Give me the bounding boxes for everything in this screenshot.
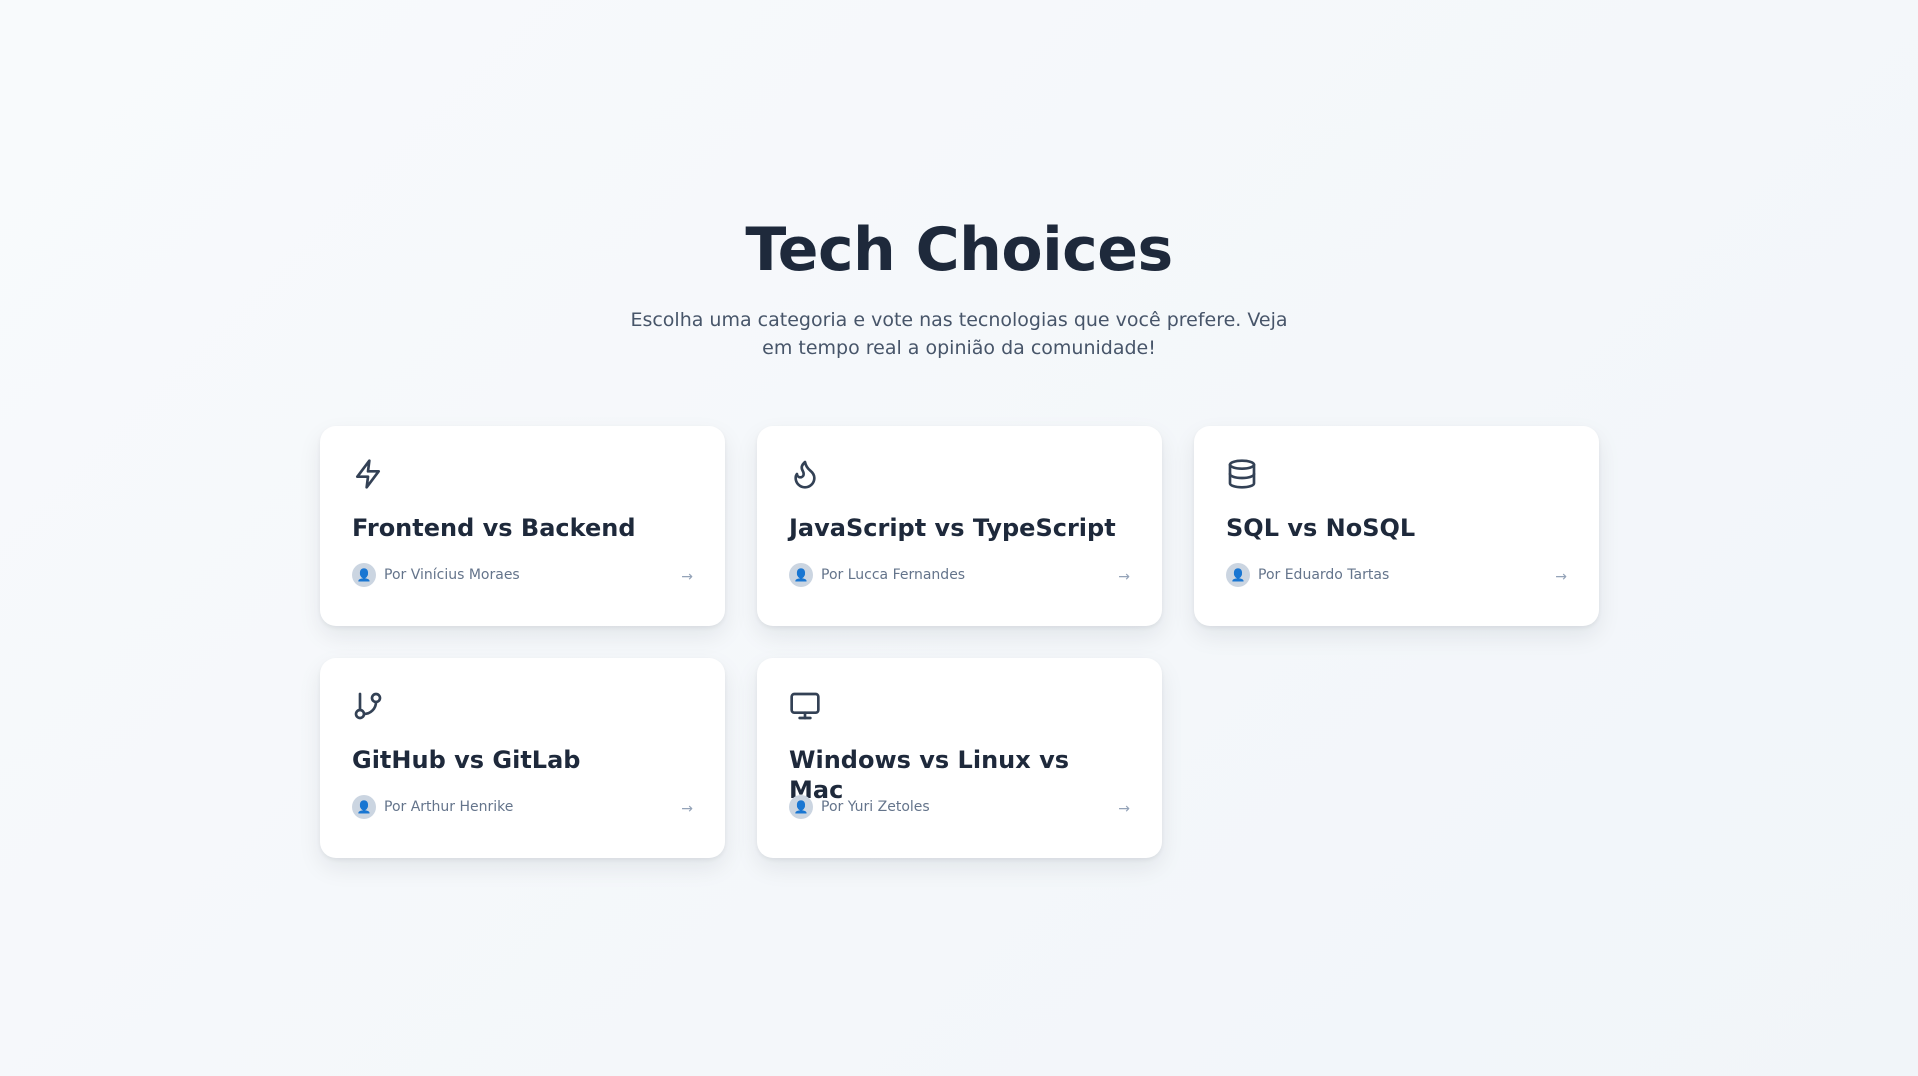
card-footer: 👤 Por Eduardo Tartas → [1226,563,1567,587]
avatar: 👤 [789,563,813,587]
card-footer: 👤 Por Arthur Henrike → [352,795,693,819]
page-subtitle: Escolha uma categoria e vote nas tecnolo… [630,309,1288,359]
avatar: 👤 [1226,563,1250,587]
git-branch-icon [352,690,384,722]
arrow-right-icon: → [1118,569,1130,585]
card-footer: 👤 Por Vinícius Moraes → [352,563,693,587]
card-title: SQL vs NoSQL [1226,514,1416,542]
arrow-right-icon: → [681,569,693,585]
category-card-github-gitlab[interactable]: GitHub vs GitLab 👤 Por Arthur Henrike → [320,658,725,858]
database-icon [1226,458,1258,490]
author: 👤 Por Vinícius Moraes [352,563,520,587]
avatar: 👤 [352,795,376,819]
author-name: Por Yuri Zetoles [821,799,930,815]
card-title: Frontend vs Backend [352,514,636,542]
lightning-icon [352,458,384,490]
monitor-icon [789,690,821,722]
author: 👤 Por Lucca Fernandes [789,563,965,587]
avatar: 👤 [789,795,813,819]
author: 👤 Por Arthur Henrike [352,795,513,819]
avatar: 👤 [352,563,376,587]
arrow-right-icon: → [1555,569,1567,585]
card-footer: 👤 Por Lucca Fernandes → [789,563,1130,587]
category-card-windows-linux-mac[interactable]: Windows vs Linux vs Mac 👤 Por Yuri Zetol… [757,658,1162,858]
arrow-right-icon: → [681,801,693,817]
author: 👤 Por Yuri Zetoles [789,795,930,819]
flame-icon [789,458,821,490]
author-name: Por Lucca Fernandes [821,567,966,583]
author-name: Por Eduardo Tartas [1258,567,1390,583]
category-grid: Frontend vs Backend 👤 Por Vinícius Morae… [320,426,1599,858]
card-footer: 👤 Por Yuri Zetoles → [789,795,1130,819]
hero-section: Tech Choices Escolha uma categoria e vot… [0,210,1918,362]
author-name: Por Arthur Henrike [384,799,514,815]
page-title: Tech Choices [745,215,1173,285]
author: 👤 Por Eduardo Tartas [1226,563,1389,587]
card-title: JavaScript vs TypeScript [789,514,1116,542]
author-name: Por Vinícius Moraes [384,567,520,583]
category-card-javascript-typescript[interactable]: JavaScript vs TypeScript 👤 Por Lucca Fer… [757,426,1162,626]
card-title: GitHub vs GitLab [352,746,581,774]
category-card-frontend-backend[interactable]: Frontend vs Backend 👤 Por Vinícius Morae… [320,426,725,626]
arrow-right-icon: → [1118,801,1130,817]
category-card-sql-nosql[interactable]: SQL vs NoSQL 👤 Por Eduardo Tartas → [1194,426,1599,626]
